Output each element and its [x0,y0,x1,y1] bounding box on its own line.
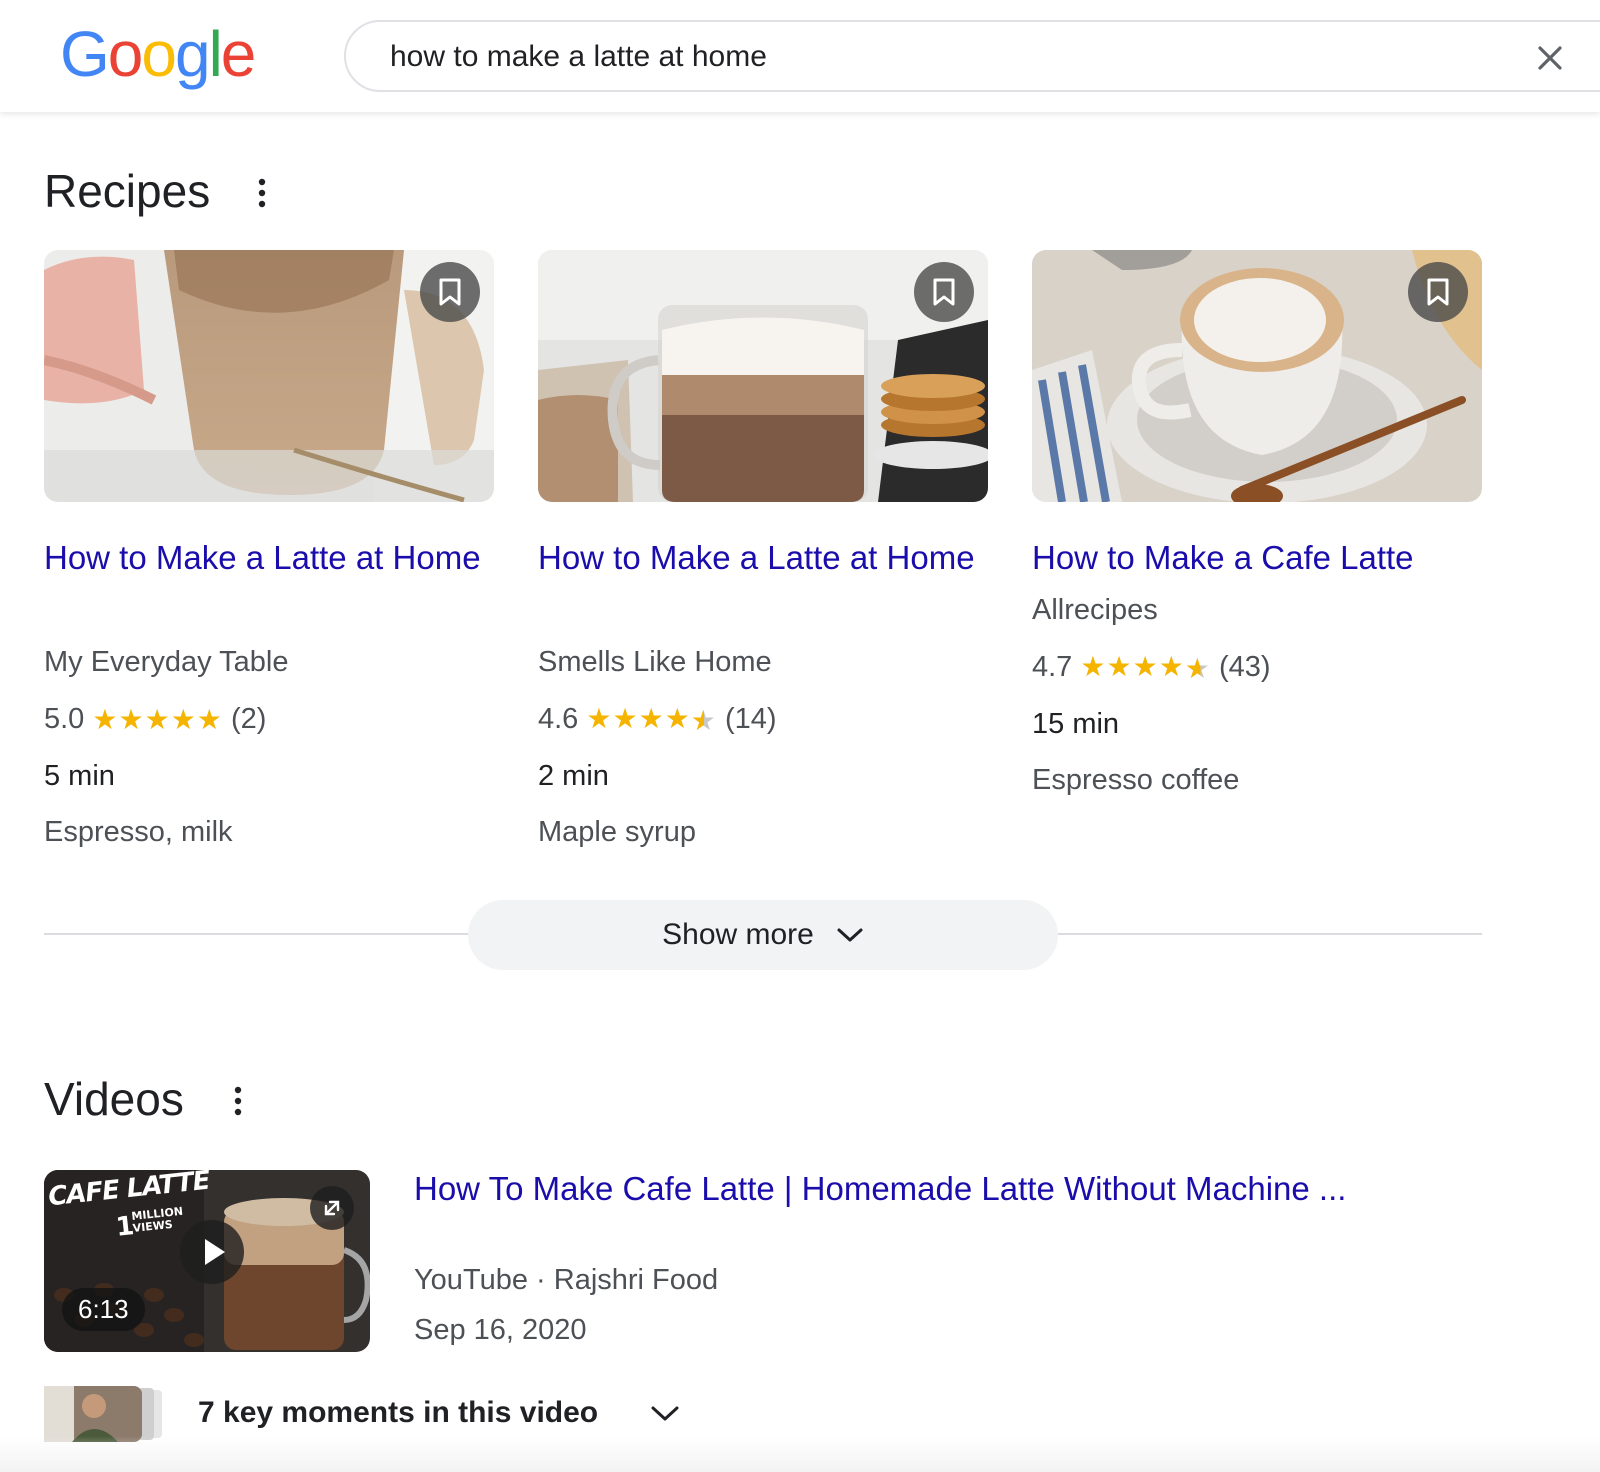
rating-value: 4.7 [1032,651,1073,684]
recipe-rating: 4.7 ★★★★★ (43) [1032,650,1271,685]
divider [1052,933,1482,935]
bookmark-icon [1427,278,1449,306]
save-recipe-button[interactable] [914,262,974,322]
recipe-image-cafe-latte-cup[interactable] [1032,250,1482,502]
recipe-title-link[interactable]: How to Make a Latte at Home [538,532,978,584]
recipe-time: 2 min [538,760,609,792]
expand-icon [324,1200,340,1216]
rating-value: 5.0 [44,702,85,735]
video-title-link[interactable]: How To Make Cafe Latte | Homemade Latte … [414,1170,1346,1208]
video-date: Sep 16, 2020 [414,1314,587,1346]
rating-value: 4.6 [538,703,579,736]
logo-letter: g [174,18,211,90]
recipe-rating: 4.6 ★★★★★ (14) [538,702,777,737]
divider [44,933,474,935]
review-count: (2) [230,702,267,735]
recipe-title-link[interactable]: How to Make a Cafe Latte [1032,532,1492,584]
logo-letter: l [208,18,223,90]
search-header: Google [0,0,1600,112]
recipe-title-link[interactable]: How to Make a Latte at Home [44,532,484,584]
video-channel: Rajshri Food [553,1264,719,1296]
recipe-source: Smells Like Home [538,646,772,678]
logo-letter: o [141,18,177,90]
recipe-image-latte-glass[interactable] [44,250,494,502]
close-icon[interactable] [1530,38,1570,78]
recipe-time: 5 min [44,760,115,792]
star-rating-icon: ★★★★★ [1080,651,1211,685]
video-platform: YouTube [414,1264,528,1296]
recipe-rating: 5.0 ★★★★★ (2) [44,702,266,736]
video-source: YouTube · Rajshri Food [414,1264,718,1297]
google-logo[interactable]: Google [60,18,257,90]
show-more-label: Show more [662,918,814,951]
recipe-image-latte-mug[interactable] [538,250,988,502]
save-recipe-button[interactable] [420,262,480,322]
bottom-fade [0,1436,1600,1472]
search-input[interactable] [390,40,1450,74]
logo-letter: o [107,18,144,90]
recipes-heading: Recipes [44,165,211,217]
recipe-ingredients: Espresso coffee [1032,764,1240,796]
star-rating-icon: ★★★★★ [586,703,717,737]
meta-separator: · [527,1264,554,1296]
review-count: (43) [1218,651,1271,684]
recipe-time: 15 min [1032,708,1120,740]
play-icon [205,1239,225,1265]
recipe-ingredients: Espresso, milk [44,816,233,848]
recipe-ingredients: Maple syrup [538,816,696,848]
more-options-icon[interactable] [256,178,268,208]
play-button[interactable] [180,1220,244,1284]
key-moments-thumbnail-stack [44,1386,162,1442]
bookmark-icon [933,278,955,306]
star-rating-icon: ★★★★★ [92,703,223,735]
logo-letter: e [220,18,257,90]
bookmark-icon [439,278,461,306]
video-duration: 6:13 [62,1288,145,1331]
expand-button[interactable] [310,1186,354,1230]
save-recipe-button[interactable] [1408,262,1468,322]
search-box [344,20,1600,92]
review-count: (14) [724,703,777,736]
more-options-icon[interactable] [232,1086,244,1116]
recipe-source: My Everyday Table [44,646,289,678]
chevron-down-icon [837,928,863,942]
video-thumbnail[interactable]: CAFE LATTE 1 MILLION VIEWS 6:13 [44,1170,370,1352]
videos-heading: Videos [44,1073,184,1125]
logo-letter: G [60,18,110,90]
key-moments-label: 7 key moments in this video [198,1396,599,1429]
chevron-down-icon [651,1406,679,1421]
recipe-source: Allrecipes [1032,594,1158,626]
show-more-button[interactable]: Show more [468,900,1058,970]
key-moments-toggle[interactable]: 7 key moments in this video [44,1386,684,1442]
